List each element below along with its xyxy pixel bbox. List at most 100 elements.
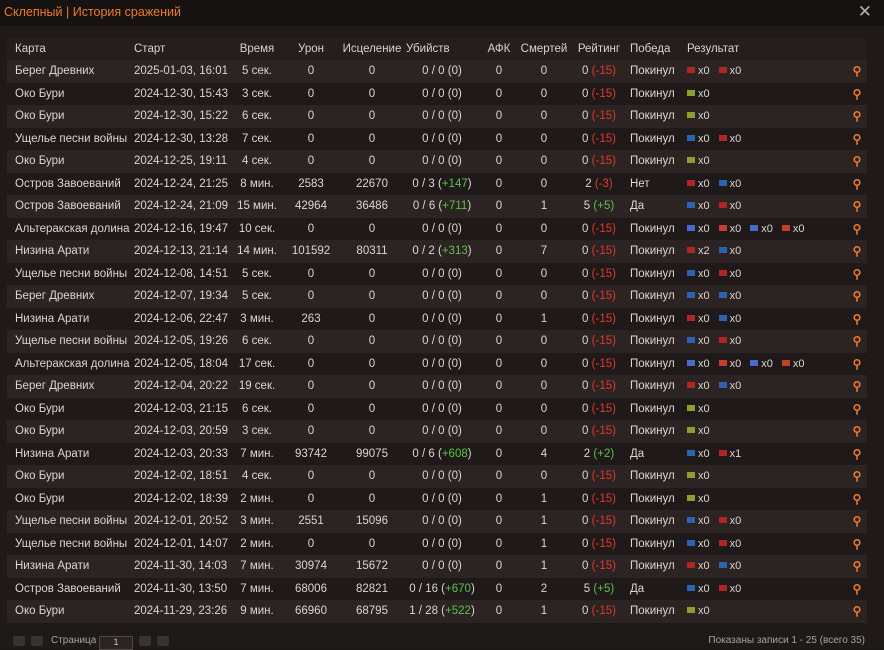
team-flag-icon	[718, 359, 727, 366]
search-icon[interactable]: ⚲	[853, 132, 862, 146]
close-icon[interactable]: ✕	[858, 3, 872, 21]
result-chip: x0	[718, 583, 741, 595]
search-icon[interactable]: ⚲	[853, 154, 862, 168]
search-icon[interactable]: ⚲	[853, 87, 862, 101]
search-icon[interactable]: ⚲	[853, 222, 862, 236]
search-icon[interactable]: ⚲	[853, 604, 862, 618]
cell-healing: 0	[368, 425, 376, 438]
cell-details: ⚲	[847, 330, 867, 353]
search-icon[interactable]: ⚲	[853, 514, 862, 528]
cell-deaths: 0	[540, 402, 548, 415]
cell-result: x0	[685, 150, 847, 173]
cell-result: x0 x0	[685, 533, 847, 556]
cell-damage: 0	[307, 470, 315, 483]
column-header-result[interactable]: Результат	[685, 38, 847, 60]
rating-delta: (-15)	[591, 537, 616, 550]
table-row: Берег Древних 2024-12-04, 20:22 19 сек. 0 0 0…	[7, 375, 867, 398]
cell-details: ⚲	[847, 443, 867, 466]
search-icon[interactable]: ⚲	[853, 402, 862, 416]
result-count: x0	[698, 335, 710, 348]
cell-rating: 0 (-15)	[570, 465, 628, 488]
column-header-deaths[interactable]: Смертей	[518, 38, 570, 60]
result-chip: x0	[687, 290, 710, 302]
cell-afk: 0	[495, 470, 503, 483]
column-header-afk[interactable]: АФК	[480, 38, 518, 60]
column-header-healing[interactable]: Исцеление	[340, 38, 404, 60]
cell-map: Низина Арати	[15, 560, 90, 573]
team-flag-icon	[687, 292, 695, 299]
search-icon[interactable]: ⚲	[853, 447, 862, 461]
cell-kills: 0 / 0 (0)	[404, 330, 480, 353]
column-header-kills[interactable]: Убийств	[404, 38, 480, 60]
column-header-time[interactable]: Время	[232, 38, 282, 60]
team-flag-icon	[687, 202, 695, 209]
result-chip: x0	[718, 223, 741, 235]
table-row: Ущелье песни войны 2024-12-08, 14:51 5 сек…	[7, 262, 867, 286]
search-icon[interactable]: ⚲	[853, 469, 862, 483]
next-page-icon[interactable]	[139, 636, 151, 646]
cell-afk: 0	[495, 605, 503, 618]
cell-victory: Покинул	[630, 515, 675, 528]
cell-details: ⚲	[847, 263, 867, 286]
search-icon[interactable]: ⚲	[853, 64, 862, 78]
cell-result: x0	[685, 83, 847, 106]
cell-afk: 0	[495, 87, 503, 100]
cell-kills: 1 / 28 (+522)	[404, 600, 480, 623]
cell-afk: 0	[495, 290, 503, 303]
result-count: x0	[698, 492, 710, 505]
column-header-victory[interactable]: Победа	[628, 38, 685, 60]
search-icon[interactable]: ⚲	[853, 244, 862, 258]
search-icon[interactable]: ⚲	[853, 267, 862, 281]
cell-map: Низина Арати	[15, 245, 90, 258]
team-flag-icon	[687, 494, 695, 501]
search-icon[interactable]: ⚲	[853, 312, 862, 326]
search-icon[interactable]: ⚲	[853, 492, 862, 506]
last-page-icon[interactable]	[157, 636, 169, 646]
search-icon[interactable]: ⚲	[853, 109, 862, 123]
column-header-map[interactable]: Карта	[7, 38, 132, 60]
team-flag-icon	[718, 67, 727, 74]
kills-value: 0 / 0 (0)	[422, 312, 462, 325]
result-chip: x0	[687, 605, 710, 617]
search-icon[interactable]: ⚲	[853, 177, 862, 191]
rating-value: 0	[582, 357, 589, 370]
cell-rating: 2 (+2)	[570, 443, 628, 466]
rating-value: 0	[582, 537, 589, 550]
result-chip: x0	[687, 133, 710, 145]
cell-map: Берег Древних	[15, 290, 95, 303]
cell-map: Низина Арати	[15, 312, 90, 325]
search-icon[interactable]: ⚲	[853, 424, 862, 438]
cell-rating: 0 (-15)	[570, 600, 628, 623]
search-icon[interactable]: ⚲	[853, 199, 862, 213]
search-icon[interactable]: ⚲	[853, 357, 862, 371]
column-header-start[interactable]: Старт	[132, 38, 232, 60]
search-icon[interactable]: ⚲	[853, 582, 862, 596]
column-header-rating[interactable]: Рейтинг	[570, 38, 628, 60]
prev-page-icon[interactable]	[31, 636, 43, 646]
rating-value: 0	[582, 132, 589, 145]
records-info: Показаны записи 1 - 25 (всего 35)	[708, 635, 865, 646]
cell-rating: 0 (-15)	[570, 533, 628, 556]
search-icon[interactable]: ⚲	[853, 537, 862, 551]
cell-healing: 80311	[356, 245, 388, 258]
team-flag-icon	[687, 89, 695, 96]
cell-victory: Нет	[630, 177, 650, 190]
cell-afk: 0	[495, 222, 503, 235]
rating-value: 0	[582, 155, 589, 168]
column-header-damage[interactable]: Урон	[282, 38, 340, 60]
cell-map: Берег Древних	[15, 65, 95, 78]
kills-value: 0 / 6 (	[412, 200, 443, 213]
team-flag-icon	[750, 224, 759, 231]
search-icon[interactable]: ⚲	[853, 559, 862, 573]
cell-result: x0 x0	[685, 510, 847, 533]
first-page-icon[interactable]	[13, 636, 25, 646]
rating-value: 5	[583, 582, 591, 595]
table-row: Остров Завоеваний 2024-12-24, 21:25 8 мин.…	[7, 172, 867, 195]
search-icon[interactable]: ⚲	[853, 289, 862, 303]
kills-value: 0 / 0 (0)	[422, 132, 462, 145]
result-count: x0	[761, 357, 773, 370]
cell-rating: 0 (-15)	[570, 150, 628, 173]
search-icon[interactable]: ⚲	[853, 334, 862, 348]
rating-delta: (-15)	[591, 290, 616, 303]
search-icon[interactable]: ⚲	[853, 379, 862, 393]
